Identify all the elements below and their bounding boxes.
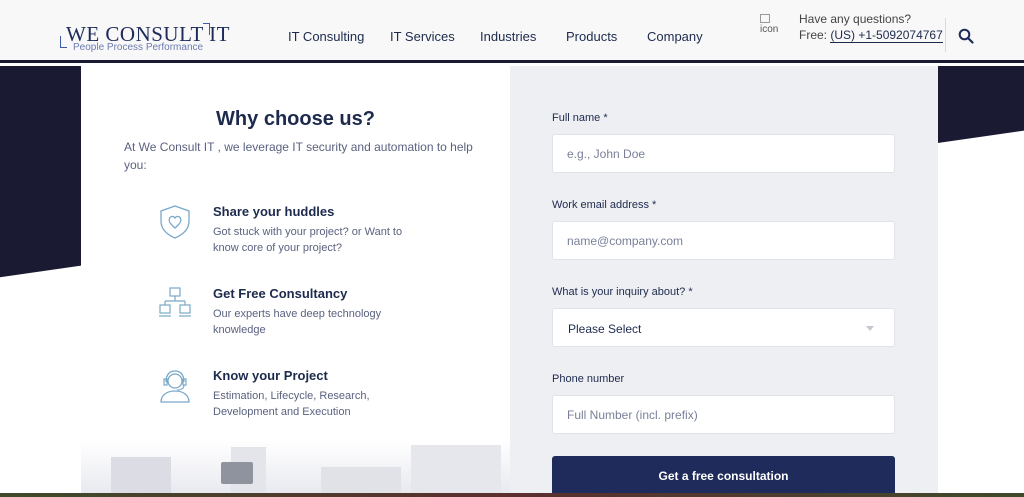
- monitor-image: [221, 462, 253, 484]
- feature-description: Estimation, Lifecycle, Research, Develop…: [213, 390, 370, 418]
- nav-item-industries[interactable]: Industries: [480, 29, 536, 44]
- feature-title: Share your huddles: [213, 204, 335, 219]
- feature-title: Get Free Consultancy: [213, 286, 348, 301]
- full-name-input[interactable]: [552, 134, 895, 173]
- feature-description: Got stuck with your project? or Want to …: [213, 226, 403, 254]
- header-divider: [945, 18, 946, 52]
- contact-phone-line: Free: (US) +1-5092074767: [799, 28, 943, 43]
- nav-item-products[interactable]: Products: [566, 29, 617, 44]
- contact-question: Have any questions?: [799, 12, 912, 26]
- get-consultation-button[interactable]: Get a free consultation: [552, 456, 895, 497]
- work-email-input[interactable]: [552, 221, 895, 260]
- broken-image-alt: icon: [760, 24, 779, 35]
- free-label: Free:: [799, 28, 828, 42]
- inquiry-label: What is your inquiry about? *: [552, 286, 693, 298]
- inquiry-select-value: Please Select: [568, 322, 642, 336]
- feature-title: Know your Project: [213, 368, 328, 383]
- logo-tagline: People Process Performance: [73, 42, 204, 53]
- nav-item-it-consulting[interactable]: IT Consulting: [288, 29, 364, 44]
- why-choose-description: At We Consult IT , we leverage IT securi…: [124, 140, 473, 172]
- network-computers-icon: [159, 287, 191, 317]
- inquiry-select[interactable]: Please Select: [552, 308, 895, 347]
- shield-heart-icon: [160, 205, 190, 239]
- nav-item-it-services[interactable]: IT Services: [390, 29, 455, 44]
- broken-image-icon: icon: [760, 14, 784, 40]
- site-header: WE CONSULT IT People Process Performance…: [0, 0, 1024, 63]
- office-photo-strip: [81, 440, 510, 497]
- support-agent-icon: [160, 370, 190, 403]
- logo[interactable]: WE CONSULT IT People Process Performance: [60, 20, 230, 56]
- work-email-label: Work email address *: [552, 199, 657, 211]
- full-name-label: Full name *: [552, 112, 608, 124]
- feature-description: Our experts have deep technology knowled…: [213, 308, 382, 336]
- phone-link[interactable]: (US) +1-5092074767: [830, 28, 943, 43]
- phone-number-input[interactable]: [552, 395, 895, 434]
- why-choose-title: Why choose us?: [216, 108, 375, 130]
- search-icon[interactable]: [958, 28, 974, 44]
- chevron-down-icon: [866, 326, 874, 331]
- nav-item-company[interactable]: Company: [647, 29, 703, 44]
- phone-number-label: Phone number: [552, 373, 625, 385]
- bottom-edge-strip: [0, 493, 1024, 497]
